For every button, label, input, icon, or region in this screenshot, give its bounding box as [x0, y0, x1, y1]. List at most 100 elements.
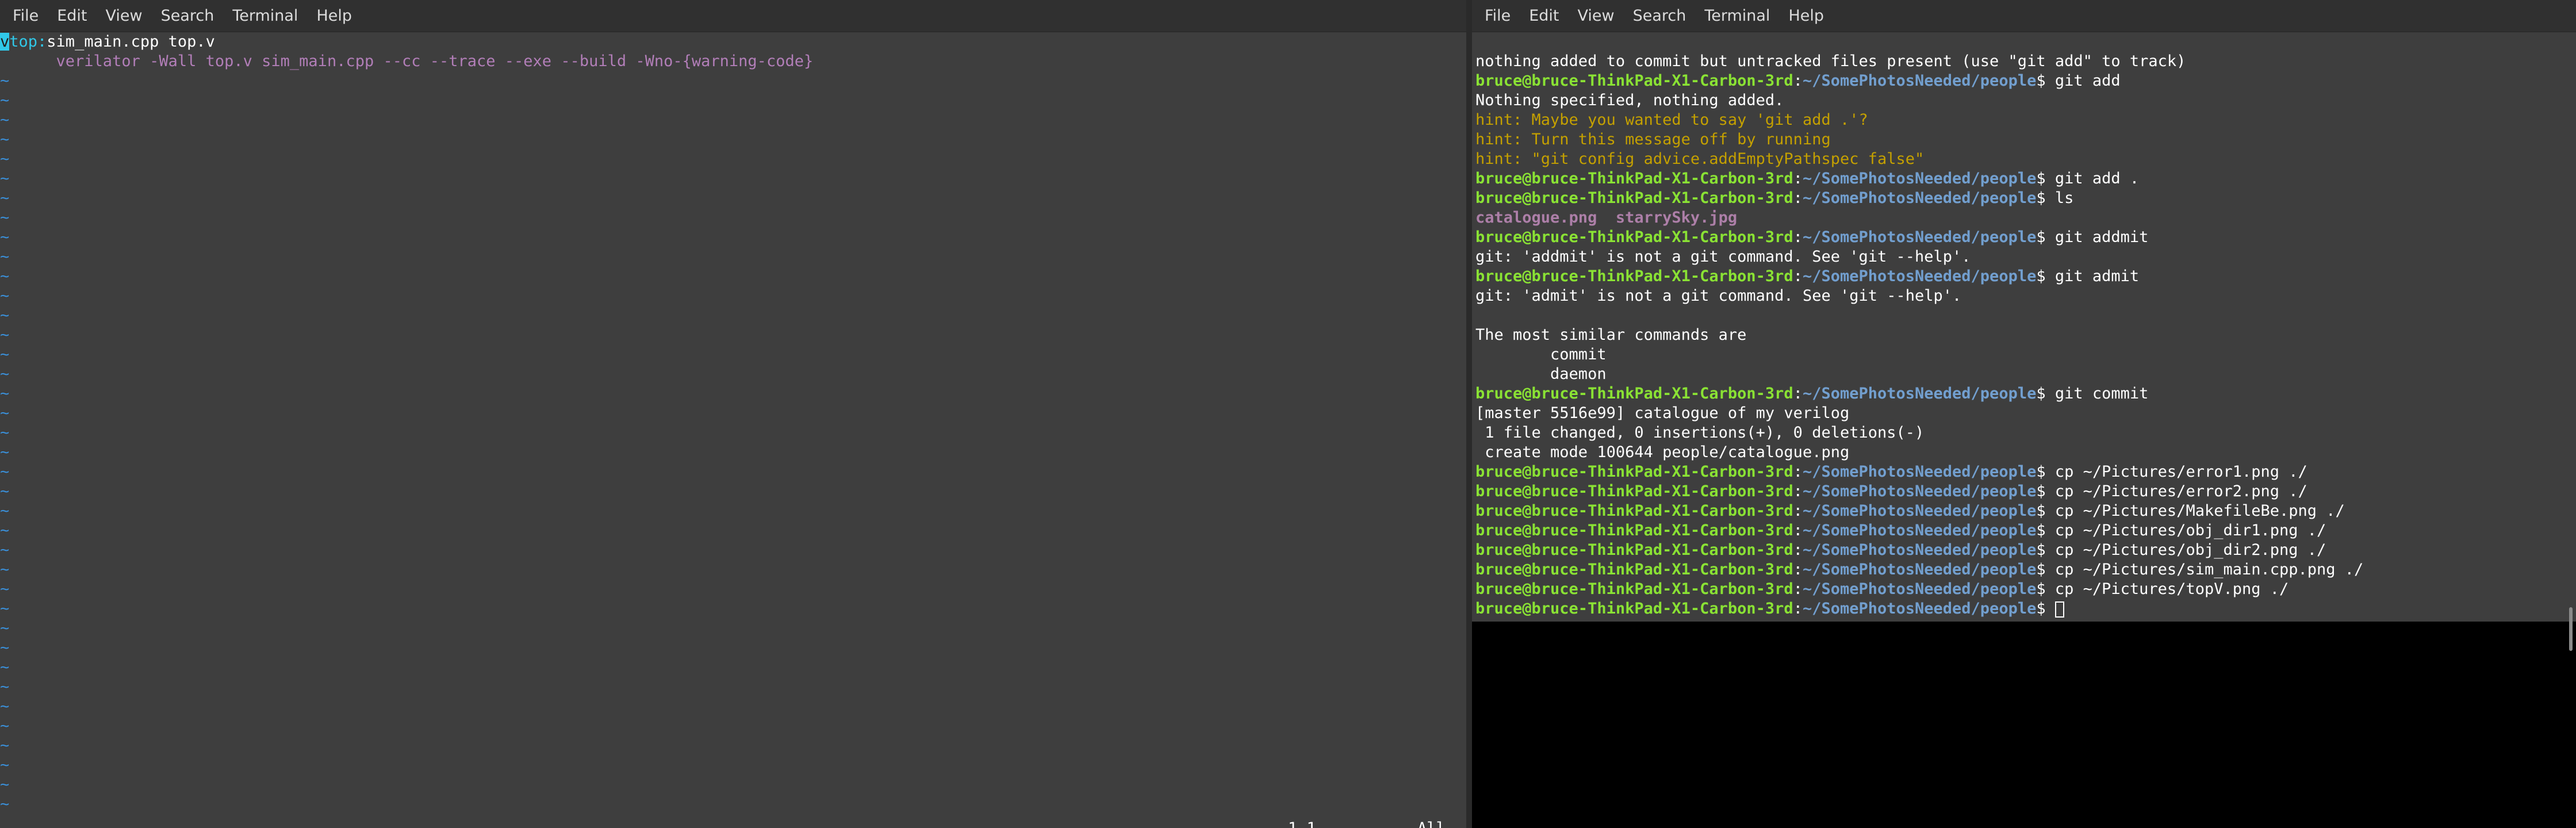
terminal-empty-area[interactable] — [1472, 622, 2576, 828]
command-text: cp ~/Pictures/obj_dir1.png ./ — [2045, 522, 2326, 539]
menu-help[interactable]: Help — [1779, 5, 1833, 27]
command-text: cp ~/Pictures/obj_dir2.png ./ — [2045, 541, 2326, 559]
vim-tilde-line: ~ — [0, 639, 10, 657]
vim-tilde-line: ~ — [0, 678, 10, 696]
vim-cursor-position: 1,1 — [1288, 819, 1316, 828]
vim-tilde-line: ~ — [0, 248, 10, 266]
menu-terminal[interactable]: Terminal — [1695, 5, 1779, 27]
menu-bar: File Edit View Search Terminal Help — [1472, 0, 2576, 32]
prompt-userhost: bruce@bruce-ThinkPad-X1-Carbon-3rd — [1475, 502, 1793, 520]
prompt-userhost: bruce@bruce-ThinkPad-X1-Carbon-3rd — [1475, 267, 1793, 285]
vim-tilde-line: ~ — [0, 424, 10, 442]
menu-file[interactable]: File — [1475, 5, 1520, 27]
terminal-output[interactable]: nothing added to commit but untracked fi… — [1472, 32, 2576, 828]
prompt-colon: : — [1793, 385, 1803, 402]
menu-edit[interactable]: Edit — [48, 5, 96, 27]
output-line: 1 file changed, 0 insertions(+), 0 delet… — [1475, 424, 1925, 442]
vim-tilde-line: ~ — [0, 737, 10, 754]
prompt-userhost: bruce@bruce-ThinkPad-X1-Carbon-3rd — [1475, 170, 1793, 187]
prompt-line: bruce@bruce-ThinkPad-X1-Carbon-3rd:~/Som… — [1475, 560, 2363, 580]
prompt-colon: : — [1793, 463, 1803, 481]
output-line: The most similar commands are — [1475, 326, 1747, 344]
prompt-dollar: $ — [2036, 522, 2046, 539]
prompt-dollar: $ — [2036, 580, 2046, 598]
prompt-path: ~/SomePhotosNeeded/people — [1802, 561, 2037, 578]
prompt-dollar: $ — [2036, 267, 2046, 285]
terminal-scrollbar[interactable] — [2569, 607, 2573, 651]
prompt-path: ~/SomePhotosNeeded/people — [1802, 600, 2037, 618]
vim-tilde-line: ~ — [0, 150, 10, 168]
menu-view[interactable]: View — [1568, 5, 1623, 27]
vim-tilde-line: ~ — [0, 443, 10, 461]
output-line: daemon — [1475, 365, 1607, 383]
menu-edit[interactable]: Edit — [1520, 5, 1568, 27]
prompt-dollar: $ — [2036, 482, 2046, 500]
vim-tilde-line: ~ — [0, 72, 10, 90]
vim-tilde-line: ~ — [0, 502, 10, 520]
ls-output-line: catalogue.png starrySky.jpg — [1475, 209, 1738, 227]
prompt-colon: : — [1793, 482, 1803, 500]
menu-search[interactable]: Search — [152, 5, 224, 27]
vim-tilde-line: ~ — [0, 228, 10, 246]
output-line: commit — [1475, 346, 1607, 363]
hint-line: hint: Maybe you wanted to say 'git add .… — [1475, 111, 1868, 129]
command-text: cp ~/Pictures/topV.png ./ — [2045, 580, 2289, 598]
vim-tilde-line: ~ — [0, 482, 10, 500]
vim-tilde-line: ~ — [0, 717, 10, 735]
menu-terminal[interactable]: Terminal — [223, 5, 307, 27]
vim-tilde-line: ~ — [0, 404, 10, 422]
vim-tilde-line: ~ — [0, 619, 10, 637]
prompt-path: ~/SomePhotosNeeded/people — [1802, 267, 2037, 285]
vim-line-1[interactable]: vtop:sim_main.cpp top.v — [0, 32, 215, 52]
prompt-line: bruce@bruce-ThinkPad-X1-Carbon-3rd:~/Som… — [1475, 384, 2148, 404]
prompt-path: ~/SomePhotosNeeded/people — [1802, 72, 2037, 90]
vim-tilde-line: ~ — [0, 600, 10, 618]
vim-tilde-line: ~ — [0, 346, 10, 363]
menu-search[interactable]: Search — [1624, 5, 1696, 27]
prompt-colon: : — [1793, 170, 1803, 187]
window-divider[interactable] — [1466, 0, 1472, 828]
prompt-line: bruce@bruce-ThinkPad-X1-Carbon-3rd:~/Som… — [1475, 189, 2073, 208]
prompt-path: ~/SomePhotosNeeded/people — [1802, 385, 2037, 402]
command-text: git add — [2045, 72, 2121, 90]
vim-tilde-line: ~ — [0, 658, 10, 676]
vim-tilde-line: ~ — [0, 209, 10, 227]
prompt-dollar: $ — [2036, 561, 2046, 578]
prompt-colon: : — [1793, 541, 1803, 559]
shell-terminal-window[interactable]: File Edit View Search Terminal Help noth… — [1472, 0, 2576, 828]
prompt-dollar: $ — [2036, 385, 2046, 402]
menu-help[interactable]: Help — [307, 5, 361, 27]
vim-tilde-line: ~ — [0, 522, 10, 539]
vim-editor[interactable]: vtop:sim_main.cpp top.v verilator -Wall … — [0, 32, 1466, 828]
prompt-path: ~/SomePhotosNeeded/people — [1802, 482, 2037, 500]
command-text: git addmit — [2045, 228, 2149, 246]
vim-tilde-line: ~ — [0, 561, 10, 578]
command-text: cp ~/Pictures/error1.png ./ — [2045, 463, 2307, 481]
vim-top-label: top: — [9, 33, 47, 51]
vim-tilde-line: ~ — [0, 697, 10, 715]
prompt-colon: : — [1793, 267, 1803, 285]
vim-scroll-indicator: All — [1417, 819, 1446, 828]
vim-tilde-line: ~ — [0, 463, 10, 481]
vim-line-2[interactable]: verilator -Wall top.v sim_main.cpp --cc … — [0, 52, 814, 71]
hint-line: hint: Turn this message off by running — [1475, 131, 1831, 148]
vim-tilde-line: ~ — [0, 189, 10, 207]
prompt-dollar: $ — [2036, 170, 2046, 187]
vim-tilde-line: ~ — [0, 91, 10, 109]
menu-file[interactable]: File — [3, 5, 48, 27]
vim-tilde-line: ~ — [0, 267, 10, 285]
prompt-colon: : — [1793, 228, 1803, 246]
vim-tilde-line: ~ — [0, 385, 10, 402]
vim-tilde-line: ~ — [0, 365, 10, 383]
vim-tilde-line: ~ — [0, 326, 10, 344]
prompt-path: ~/SomePhotosNeeded/people — [1802, 502, 2037, 520]
prompt-dollar: $ — [2036, 189, 2046, 207]
command-text: cp ~/Pictures/error2.png ./ — [2045, 482, 2307, 500]
output-line: git: 'admit' is not a git command. See '… — [1475, 287, 1962, 305]
menu-view[interactable]: View — [96, 5, 151, 27]
prompt-colon: : — [1793, 561, 1803, 578]
prompt-path: ~/SomePhotosNeeded/people — [1802, 228, 2037, 246]
vim-terminal-window[interactable]: File Edit View Search Terminal Help vtop… — [0, 0, 1466, 828]
prompt-userhost: bruce@bruce-ThinkPad-X1-Carbon-3rd — [1475, 522, 1793, 539]
output-line: git: 'addmit' is not a git command. See … — [1475, 248, 1971, 266]
